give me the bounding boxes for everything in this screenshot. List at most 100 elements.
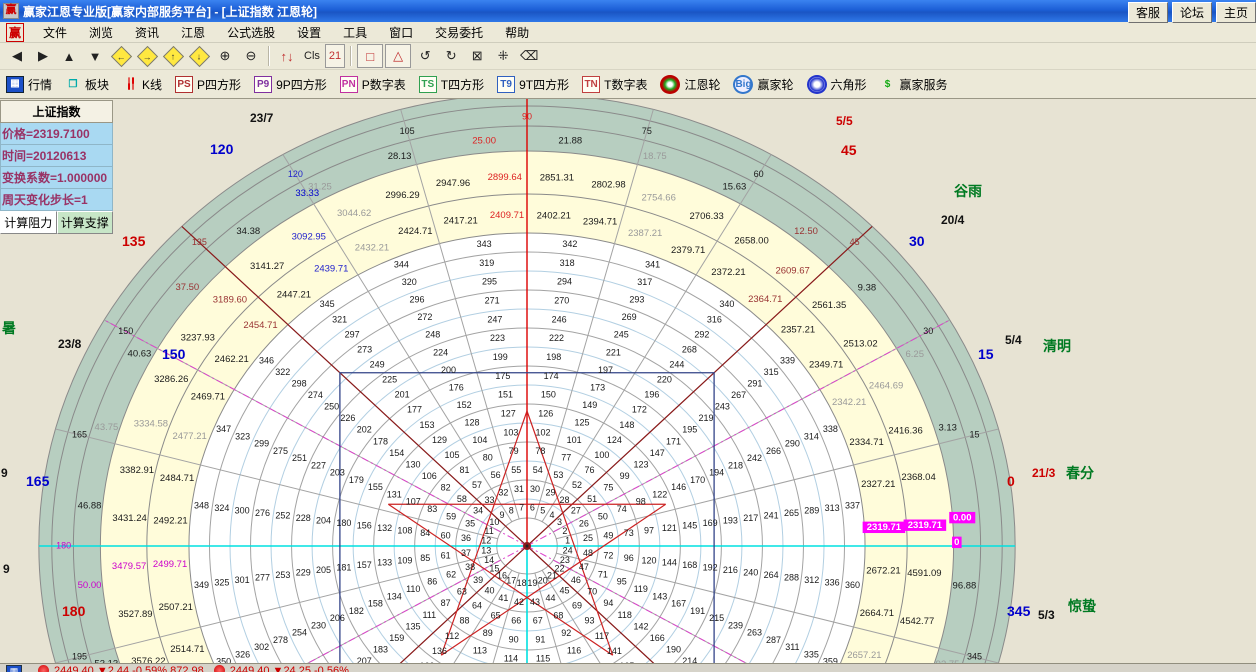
zoom-out-icon[interactable]: ⊖	[239, 45, 263, 67]
customer-service-button[interactable]: 客服	[1128, 2, 1168, 23]
zoom-in-icon[interactable]: ⊕	[213, 45, 237, 67]
svg-text:341: 341	[645, 260, 660, 270]
panel-field-0[interactable]: 价格=2319.7100	[0, 123, 113, 145]
tool-T四方形[interactable]: TST四方形	[419, 76, 484, 93]
svg-text:192: 192	[703, 563, 718, 573]
svg-text:7: 7	[519, 503, 524, 513]
diamond-left-icon[interactable]: ←	[109, 45, 133, 67]
svg-text:22: 22	[555, 564, 565, 574]
status-down-icon	[214, 665, 225, 672]
tool-板块[interactable]: ❒板块	[65, 76, 109, 93]
menu-1[interactable]: 浏览	[78, 22, 124, 43]
tool-江恩轮[interactable]: 江恩轮	[660, 75, 720, 94]
nav-left-icon[interactable]: ◀	[5, 45, 29, 67]
tool-9T四方形[interactable]: T99T四方形	[497, 76, 569, 93]
calc-support-button[interactable]: 计算支撑	[57, 211, 114, 234]
cls-button[interactable]: Cls	[301, 45, 323, 67]
shrink-icon[interactable]: ⁜	[491, 45, 515, 67]
svg-text:51: 51	[587, 494, 597, 504]
panel-field-2[interactable]: 变换系数=1.000000	[0, 167, 113, 189]
svg-text:15.63: 15.63	[722, 182, 746, 193]
svg-text:90: 90	[509, 635, 519, 645]
diamond-down-icon[interactable]: ↓	[187, 45, 211, 67]
gann-wheel[interactable]: 1234567891011121314151617181920212223242…	[0, 99, 1256, 667]
diamond-right-icon[interactable]: →	[135, 45, 159, 67]
square-tool-icon[interactable]: □	[357, 44, 383, 68]
svg-text:190: 190	[666, 644, 681, 654]
blocks-icon: ❒	[65, 77, 81, 92]
tool-K线[interactable]: ╽╿K线	[122, 76, 162, 93]
nav-up-icon[interactable]: ▲	[57, 45, 81, 67]
svg-text:218: 218	[728, 460, 743, 470]
calc-resistance-button[interactable]: 计算阻力	[0, 211, 57, 234]
panel-buttons: 计算阻力 计算支撑	[0, 211, 113, 234]
menu-3[interactable]: 江恩	[170, 22, 216, 43]
svg-text:349: 349	[194, 580, 209, 590]
homepage-button[interactable]: 主页	[1216, 2, 1256, 23]
svg-text:142: 142	[633, 621, 648, 631]
svg-text:99: 99	[620, 471, 630, 481]
calendar-icon[interactable]: 21	[325, 44, 345, 68]
nav-right-icon[interactable]: ▶	[31, 45, 55, 67]
menu-7[interactable]: 窗口	[378, 22, 424, 43]
tool-六角形[interactable]: 六角形	[807, 75, 867, 94]
tool-P四方形[interactable]: PSP四方形	[175, 76, 241, 93]
tool-赢家服务[interactable]: $赢家服务	[880, 76, 948, 93]
rotate-cw-icon[interactable]: ↻	[439, 45, 463, 67]
svg-text:47: 47	[579, 562, 589, 572]
expand-icon[interactable]: ⊠	[465, 45, 489, 67]
svg-text:240: 240	[743, 568, 758, 578]
triangle-tool-icon[interactable]: △	[385, 44, 411, 68]
svg-text:2319.71: 2319.71	[867, 522, 902, 533]
svg-text:360: 360	[845, 580, 860, 590]
menu-0[interactable]: 文件	[32, 22, 78, 43]
svg-text:155: 155	[368, 482, 383, 492]
tool-赢家轮[interactable]: Big赢家轮	[733, 75, 793, 94]
tool-9P四方形[interactable]: P99P四方形	[254, 76, 327, 93]
wheel-label-angle-150: 150	[162, 346, 185, 362]
svg-text:105: 105	[445, 450, 460, 460]
svg-text:2364.71: 2364.71	[748, 294, 782, 305]
separator	[350, 46, 352, 66]
svg-text:73: 73	[624, 528, 634, 538]
svg-text:37.50: 37.50	[175, 282, 199, 293]
menu-6[interactable]: 工具	[332, 22, 378, 43]
menu-logo-icon: 赢	[6, 23, 24, 42]
menu-9[interactable]: 帮助	[494, 22, 540, 43]
svg-text:81: 81	[460, 465, 470, 475]
tool-P数字表[interactable]: PNP数字表	[340, 76, 406, 93]
svg-text:4: 4	[549, 510, 554, 520]
svg-text:2672.21: 2672.21	[866, 565, 900, 576]
diamond-up-icon[interactable]: ↑	[161, 45, 185, 67]
status-ticker-2: 2449.40 ▼24.25 -0.56%	[230, 665, 349, 672]
tool-行情[interactable]: ▦行情	[6, 76, 52, 93]
menu-5[interactable]: 设置	[286, 22, 332, 43]
rotate-ccw-icon[interactable]: ↺	[413, 45, 437, 67]
svg-text:126: 126	[538, 409, 553, 419]
status-bar: ▦ 2449.40 ▼2.44 -0.59% 872.98 2449.40 ▼2…	[0, 663, 1256, 672]
svg-text:3237.93: 3237.93	[181, 333, 215, 344]
svg-text:107: 107	[406, 497, 421, 507]
svg-text:2947.96: 2947.96	[436, 178, 470, 189]
svg-text:277: 277	[255, 573, 270, 583]
panel-field-1[interactable]: 时间=20120613	[0, 145, 113, 167]
forum-button[interactable]: 论坛	[1172, 2, 1212, 23]
svg-text:33.33: 33.33	[295, 188, 319, 199]
nav-down-icon[interactable]: ▼	[83, 45, 107, 67]
menu-2[interactable]: 资讯	[124, 22, 170, 43]
wheel-label-angle-165: 165	[26, 473, 49, 489]
svg-text:66: 66	[511, 616, 521, 626]
tool-T数字表[interactable]: TNT数字表	[582, 76, 647, 93]
tool-label: P四方形	[197, 76, 241, 93]
menu-8[interactable]: 交易委托	[424, 22, 494, 43]
svg-text:6: 6	[530, 503, 535, 513]
svg-text:17: 17	[506, 575, 516, 585]
clear-icon[interactable]: ⌫	[517, 45, 541, 67]
wheel-label-angle-120: 120	[210, 141, 233, 157]
updown-icon[interactable]: ↑↓	[275, 45, 299, 67]
svg-text:23: 23	[560, 555, 570, 565]
panel-field-3[interactable]: 周天变化步长=1	[0, 189, 113, 211]
badge-icon: P9	[254, 76, 272, 93]
svg-text:65: 65	[491, 611, 501, 621]
menu-4[interactable]: 公式选股	[216, 22, 286, 43]
